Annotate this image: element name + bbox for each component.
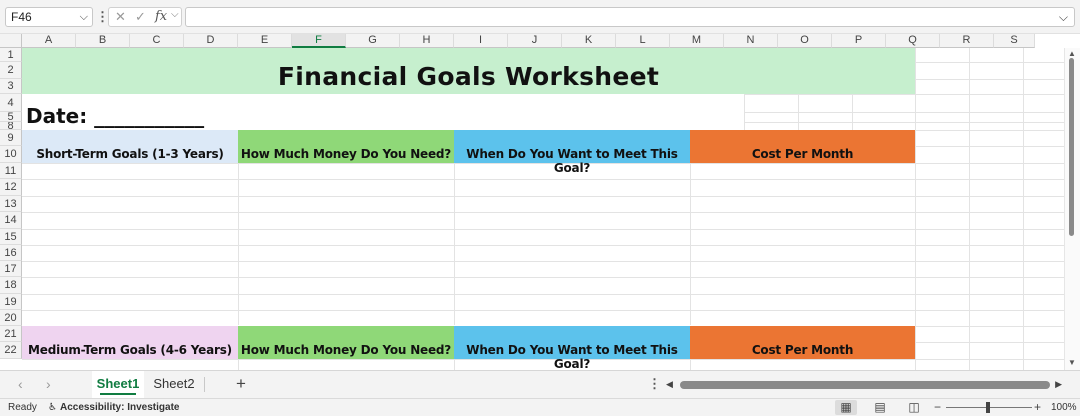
meet-goal-header-2: When Do You Want to Meet This Goal?	[466, 343, 678, 371]
prev-sheet-icon[interactable]: ‹	[18, 376, 23, 392]
column-header-e[interactable]: E	[238, 34, 292, 48]
name-box-value: F46	[11, 10, 32, 24]
column-header-k[interactable]: K	[562, 34, 616, 48]
column-header-m[interactable]: M	[670, 34, 724, 48]
column-header-s[interactable]: S	[994, 34, 1035, 48]
page-layout-view-icon[interactable]: ▤	[869, 400, 891, 415]
name-box[interactable]: F46 ⌵	[5, 7, 93, 27]
row-header-4[interactable]: 4	[0, 94, 22, 112]
next-sheet-icon[interactable]: ›	[46, 376, 51, 392]
row-header-16[interactable]: 16	[0, 245, 22, 261]
row-header-10[interactable]: 10	[0, 146, 22, 163]
column-header-d[interactable]: D	[184, 34, 238, 48]
row-header-9[interactable]: 9	[0, 130, 22, 146]
vertical-scroll-thumb[interactable]	[1069, 58, 1074, 236]
chevron-down-icon[interactable]: ⌵	[171, 9, 179, 20]
row-header-3[interactable]: 3	[0, 79, 22, 94]
scroll-down-icon[interactable]: ▼	[1068, 358, 1076, 367]
zoom-in-icon[interactable]: +	[1034, 400, 1041, 414]
select-all-corner[interactable]	[0, 34, 22, 48]
row-header-15[interactable]: 15	[0, 229, 22, 245]
scroll-up-icon[interactable]: ▲	[1068, 49, 1076, 58]
money-needed-header-2: How Much Money Do You Need?	[240, 343, 452, 357]
row-header-14[interactable]: 14	[0, 212, 22, 229]
column-header-c[interactable]: C	[130, 34, 184, 48]
row-header-11[interactable]: 11	[0, 163, 22, 179]
money-needed-header: How Much Money Do You Need?	[240, 147, 452, 161]
accessibility-status[interactable]: ♿︎ Accessibility: Investigate	[48, 402, 179, 413]
column-header-l[interactable]: L	[616, 34, 670, 48]
row-header-8[interactable]: 8	[0, 122, 22, 130]
sheet-tab-sheet1[interactable]: Sheet1	[92, 371, 144, 398]
sheet-tab-label: Sheet2	[153, 376, 195, 391]
row-header-17[interactable]: 17	[0, 261, 22, 277]
normal-view-icon[interactable]: ▦	[835, 400, 857, 415]
zoom-slider-thumb[interactable]	[986, 402, 990, 413]
horizontal-scroll-thumb[interactable]	[680, 381, 1050, 389]
zoom-level[interactable]: 100%	[1051, 402, 1077, 413]
formula-input[interactable]: ⌵	[185, 7, 1075, 27]
column-header-q[interactable]: Q	[886, 34, 940, 48]
short-term-goals-header: Short-Term Goals (1-3 Years)	[36, 147, 224, 161]
column-header-f[interactable]: F	[292, 34, 346, 48]
horizontal-scrollbar[interactable]: ◀ ▶	[666, 378, 1064, 392]
cancel-icon[interactable]: ✕	[115, 9, 126, 25]
formula-bar: F46 ⌵ ⋮ ✕ ✓ fx ⌵ ⌵	[0, 0, 1080, 34]
add-sheet-icon[interactable]: +	[236, 374, 246, 394]
row-header-22[interactable]: 22	[0, 342, 22, 359]
row-header-20[interactable]: 20	[0, 310, 22, 326]
medium-term-goals-header: Medium-Term Goals (4-6 Years)	[28, 343, 232, 357]
row-header-18[interactable]: 18	[0, 277, 22, 294]
column-header-a[interactable]: A	[22, 34, 76, 48]
sheet-tabs-bar: ‹ › Sheet1 Sheet2 + ⋮ ◀ ▶	[0, 370, 1080, 398]
column-header-b[interactable]: B	[76, 34, 130, 48]
column-header-h[interactable]: H	[400, 34, 454, 48]
vertical-scrollbar[interactable]: ▲ ▼	[1064, 48, 1080, 370]
column-header-j[interactable]: J	[508, 34, 562, 48]
page-break-preview-icon[interactable]: ◫	[903, 400, 925, 415]
row-header-13[interactable]: 13	[0, 196, 22, 212]
cost-per-month-header: Cost Per Month	[751, 147, 854, 161]
date-label: Date: ___________	[26, 104, 205, 128]
accessibility-icon: ♿︎	[48, 402, 57, 413]
column-header-i[interactable]: I	[454, 34, 508, 48]
cost-per-month-header-2: Cost Per Month	[751, 343, 854, 357]
row-header-19[interactable]: 19	[0, 294, 22, 310]
sheet-tab-sheet2[interactable]: Sheet2	[148, 371, 200, 398]
expand-formula-icon[interactable]: ⌵	[1059, 10, 1068, 25]
more-tabs-icon[interactable]: ⋮	[648, 376, 661, 392]
excel-window: F46 ⌵ ⋮ ✕ ✓ fx ⌵ ⌵ ABCDEFGHIJKLMNOPQRS 1…	[0, 0, 1080, 416]
row-header-1[interactable]: 1	[0, 48, 22, 62]
insert-function-icon[interactable]: fx	[155, 9, 167, 24]
column-header-g[interactable]: G	[346, 34, 400, 48]
column-header-n[interactable]: N	[724, 34, 778, 48]
scroll-left-icon[interactable]: ◀	[666, 379, 673, 390]
status-bar: Ready ♿︎ Accessibility: Investigate ▦ ▤ ◫…	[0, 398, 1080, 416]
ready-status: Ready	[8, 402, 37, 413]
meet-goal-header: When Do You Want to Meet This Goal?	[466, 147, 678, 175]
row-header-12[interactable]: 12	[0, 179, 22, 196]
chevron-down-icon[interactable]: ⌵	[80, 8, 88, 26]
column-header-o[interactable]: O	[778, 34, 832, 48]
sheet-tab-label: Sheet1	[96, 376, 140, 391]
column-header-r[interactable]: R	[940, 34, 994, 48]
column-header-p[interactable]: P	[832, 34, 886, 48]
formula-tools: ✕ ✓ fx ⌵	[108, 7, 182, 27]
row-header-2[interactable]: 2	[0, 62, 22, 79]
scroll-right-icon[interactable]: ▶	[1055, 379, 1062, 390]
row-header-5[interactable]: 5	[0, 112, 22, 122]
zoom-out-icon[interactable]: −	[934, 400, 941, 414]
row-header-21[interactable]: 21	[0, 326, 22, 342]
enter-icon[interactable]: ✓	[135, 9, 146, 25]
worksheet-title: Financial Goals Worksheet	[277, 62, 660, 91]
accessibility-label: Accessibility: Investigate	[59, 402, 180, 413]
